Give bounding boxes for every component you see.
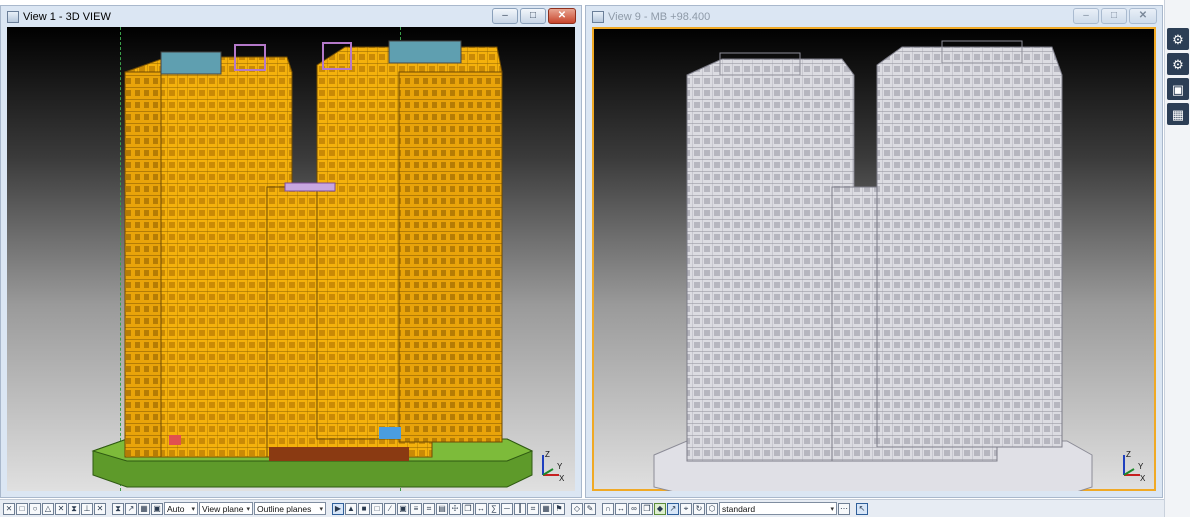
axis-triad: Z X Y bbox=[1123, 450, 1146, 483]
restore-icon: □ bbox=[529, 10, 537, 21]
triangle-icon[interactable]: △ bbox=[42, 502, 54, 515]
restore-button[interactable]: □ bbox=[520, 8, 546, 24]
chevron-down-icon: ▾ bbox=[246, 505, 250, 513]
close-button[interactable]: ✕ bbox=[1129, 8, 1157, 24]
building-model-yellow[interactable] bbox=[7, 27, 575, 491]
minimize-button[interactable]: ‒ bbox=[1073, 8, 1099, 24]
building-model-white[interactable] bbox=[592, 27, 1156, 491]
arrow-icon[interactable]: ↗ bbox=[125, 502, 137, 515]
tag-icon[interactable]: ⚑ bbox=[553, 502, 565, 515]
restore-icon: □ bbox=[1110, 10, 1118, 21]
highlight-icon[interactable]: ◆ bbox=[654, 502, 666, 515]
window-titlebar[interactable]: View 1 - 3D VIEW ‒ □ ✕ bbox=[1, 6, 581, 27]
close-button[interactable]: ✕ bbox=[548, 8, 576, 24]
select-objects-icon[interactable]: □ bbox=[371, 502, 383, 515]
more-icon[interactable]: ⋯ bbox=[838, 502, 850, 515]
chevron-down-icon: ▾ bbox=[191, 505, 195, 513]
weld-icon[interactable]: ≡ bbox=[410, 502, 422, 515]
close-icon: ✕ bbox=[557, 10, 567, 21]
view-window-icon bbox=[7, 10, 19, 23]
view-window-plane[interactable]: View 9 - MB +98.400 ‒ □ ✕ Z X Y bbox=[585, 5, 1163, 498]
view-setting-select[interactable]: standard ▾ bbox=[719, 502, 837, 515]
magnet-icon[interactable]: ∩ bbox=[602, 502, 614, 515]
select-assembly-icon[interactable]: ■ bbox=[358, 502, 370, 515]
pencil-icon[interactable]: ✎ bbox=[584, 502, 596, 515]
minimize-icon: ‒ bbox=[1083, 10, 1089, 21]
model-button[interactable]: ▣ bbox=[1167, 78, 1189, 100]
window-title: View 9 - MB +98.400 bbox=[608, 10, 711, 23]
bolt-icon[interactable]: ☩ bbox=[449, 502, 461, 515]
dimension-icon[interactable]: ↔ bbox=[475, 502, 487, 515]
shape-icon[interactable]: ◇ bbox=[571, 502, 583, 515]
svg-text:X: X bbox=[559, 474, 565, 483]
components-button[interactable]: ▦ bbox=[1167, 103, 1189, 125]
cube-select-icon[interactable]: ▣ bbox=[397, 502, 409, 515]
snap-toggle-icon[interactable]: ↗ bbox=[667, 502, 679, 515]
free-snap-icon[interactable]: ✕ bbox=[94, 502, 106, 515]
move-icon[interactable]: ↔ bbox=[615, 502, 627, 515]
chevron-down-icon: ▾ bbox=[830, 505, 834, 513]
chevron-down-icon: ▾ bbox=[319, 505, 323, 513]
cross-icon[interactable]: ✕ bbox=[55, 502, 67, 515]
node-icon[interactable]: ⌖ bbox=[680, 502, 692, 515]
svg-text:X: X bbox=[1140, 474, 1146, 483]
gear-icon: ⚙ bbox=[1172, 56, 1184, 72]
gear-link-icon: ⚙ bbox=[1172, 31, 1184, 47]
svg-text:Y: Y bbox=[1138, 462, 1144, 471]
window-title: View 1 - 3D VIEW bbox=[23, 10, 111, 23]
link-icon[interactable]: ∞ bbox=[628, 502, 640, 515]
plane-icon[interactable]: ⬡ bbox=[706, 502, 718, 515]
plane-select[interactable]: View plane ▾ bbox=[199, 502, 253, 515]
rotate-icon[interactable]: ↻ bbox=[693, 502, 705, 515]
view-window-icon bbox=[592, 10, 604, 23]
rectangle-icon[interactable]: □ bbox=[16, 502, 28, 515]
restore-button[interactable]: □ bbox=[1101, 8, 1127, 24]
snap-icon[interactable]: ⧗ bbox=[68, 502, 80, 515]
snap-mode-select[interactable]: Auto ▾ bbox=[164, 502, 198, 515]
box-icon[interactable]: ▣ bbox=[151, 502, 163, 515]
mark-icon[interactable]: ⌗ bbox=[527, 502, 539, 515]
column-icon[interactable]: ┃ bbox=[514, 502, 526, 515]
copy-icon[interactable]: ❐ bbox=[641, 502, 653, 515]
cursor-icon[interactable]: ↖ bbox=[856, 502, 868, 515]
circle-icon[interactable]: ○ bbox=[29, 502, 41, 515]
select-parts-icon[interactable]: ▲ bbox=[345, 502, 357, 515]
window-titlebar[interactable]: View 9 - MB +98.400 ‒ □ ✕ bbox=[586, 6, 1162, 27]
outline-select[interactable]: Outline planes ▾ bbox=[254, 502, 326, 515]
svg-text:Z: Z bbox=[1126, 450, 1131, 459]
select-all-icon[interactable]: ⨯ bbox=[3, 502, 15, 515]
svg-text:Z: Z bbox=[545, 450, 550, 459]
surface-icon[interactable]: ❐ bbox=[462, 502, 474, 515]
minimize-icon: ‒ bbox=[502, 10, 508, 21]
text-icon[interactable]: ∑ bbox=[488, 502, 500, 515]
settings-button[interactable]: ⚙ bbox=[1167, 53, 1189, 75]
line-icon[interactable]: ─ bbox=[501, 502, 513, 515]
components-icon: ▦ bbox=[1171, 106, 1185, 122]
model-viewport[interactable]: Z X Y bbox=[592, 27, 1156, 491]
axis-triad: Z X Y bbox=[542, 450, 565, 483]
perpendicular-icon[interactable]: ⊥ bbox=[81, 502, 93, 515]
cube-icon: ▣ bbox=[1171, 81, 1185, 97]
model-viewport[interactable]: Z X Y bbox=[7, 27, 575, 491]
close-icon: ✕ bbox=[1138, 10, 1148, 21]
table-icon[interactable]: ▦ bbox=[540, 502, 552, 515]
bottom-toolbar: ⨯ □ ○ △ ✕ ⧗ ⊥ ✕ ⧗ ↗ ▦ ▣ Auto ▾ View plane… bbox=[0, 499, 1164, 517]
reference-icon[interactable]: ▤ bbox=[436, 502, 448, 515]
view-window-3d[interactable]: View 1 - 3D VIEW ‒ □ ✕ Z X Y bbox=[0, 5, 582, 498]
side-panel: ⚙ ⚙ ▣ ▦ bbox=[1164, 0, 1190, 517]
slash-icon[interactable]: ∕ bbox=[384, 502, 396, 515]
grid-icon[interactable]: ▦ bbox=[138, 502, 150, 515]
grid-select-icon[interactable]: ⌗ bbox=[423, 502, 435, 515]
svg-text:Y: Y bbox=[557, 462, 563, 471]
hourglass-icon[interactable]: ⧗ bbox=[112, 502, 124, 515]
pointer-icon[interactable]: ▶ bbox=[332, 502, 344, 515]
minimize-button[interactable]: ‒ bbox=[492, 8, 518, 24]
properties-button[interactable]: ⚙ bbox=[1167, 28, 1189, 50]
